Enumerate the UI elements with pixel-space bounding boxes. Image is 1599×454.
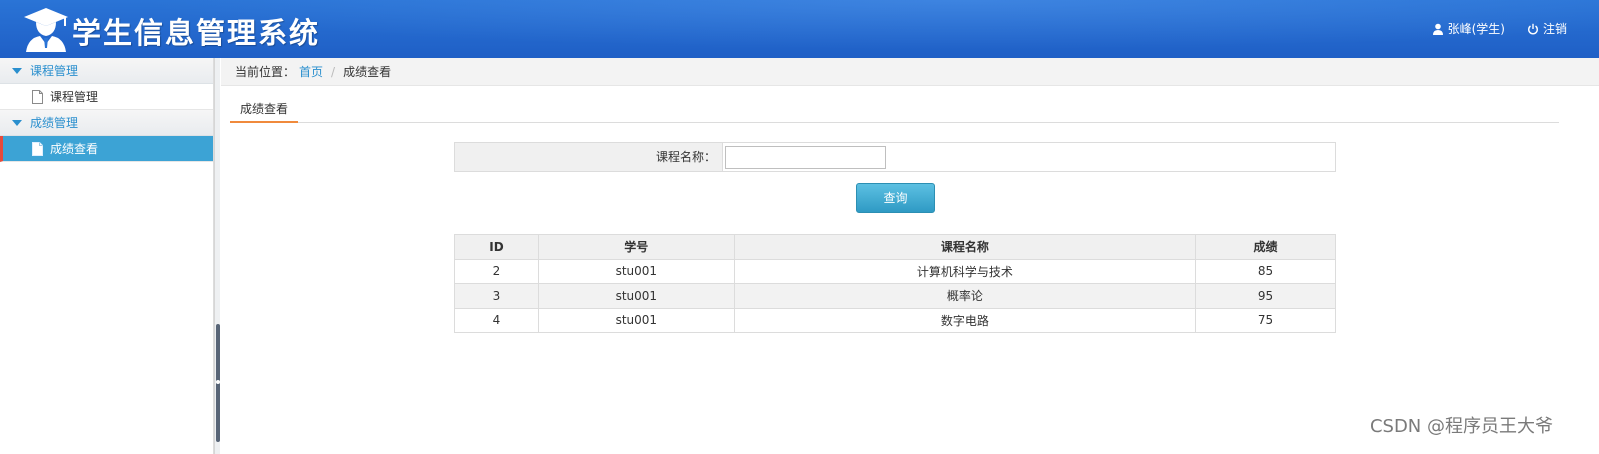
cell-score: 75 xyxy=(1195,307,1336,333)
breadcrumb-separator: / xyxy=(331,64,336,79)
cell-id: 2 xyxy=(454,258,539,284)
breadcrumb-home-link[interactable]: 首页 xyxy=(299,63,323,80)
splitter-handle[interactable] xyxy=(216,324,220,442)
app-title: 学生信息管理系统 xyxy=(72,16,321,50)
watermark: CSDN @程序员王大爷 xyxy=(1369,416,1553,437)
logout-label: 注销 xyxy=(1542,22,1567,36)
logout-link[interactable]: 注销 xyxy=(1527,20,1567,37)
cell-student-no: stu001 xyxy=(537,283,735,309)
column-header-score: 成绩 xyxy=(1195,234,1336,260)
cell-score: 95 xyxy=(1195,283,1336,309)
document-icon xyxy=(32,89,43,104)
sidebar-item-grade-view[interactable]: 成绩查看 xyxy=(0,136,213,162)
caret-down-icon xyxy=(12,119,22,126)
user-name: 张峰(学生) xyxy=(1447,22,1505,36)
sidebar-item-label: 课程管理 xyxy=(50,90,99,104)
query-button[interactable]: 查询 xyxy=(856,183,935,213)
document-icon xyxy=(32,141,43,156)
cell-id: 3 xyxy=(454,283,539,309)
menu-group-label: 成绩管理 xyxy=(30,116,79,130)
cell-id: 4 xyxy=(454,307,539,333)
tab-grade-view[interactable]: 成绩查看 xyxy=(230,94,299,123)
power-icon xyxy=(1528,23,1538,34)
sidebar-item-course-management[interactable]: 课程管理 xyxy=(0,84,213,110)
sidebar-item-label: 成绩查看 xyxy=(50,142,99,156)
menu-group-course[interactable]: 课程管理 xyxy=(0,58,213,84)
cell-course-name: 概率论 xyxy=(733,283,1197,309)
graduate-logo-icon xyxy=(24,8,68,52)
caret-down-icon xyxy=(12,67,22,74)
cell-student-no: stu001 xyxy=(537,307,735,333)
cell-student-no: stu001 xyxy=(537,258,735,284)
menu-group-label: 课程管理 xyxy=(30,64,79,78)
user-icon xyxy=(1432,23,1443,35)
cell-course-name: 数字电路 xyxy=(733,307,1197,333)
cell-course-name: 计算机科学与技术 xyxy=(733,258,1197,284)
menu-group-grades[interactable]: 成绩管理 xyxy=(0,110,213,136)
course-name-input[interactable] xyxy=(725,146,886,169)
breadcrumb: 当前位置： 首页 / 成绩查看 xyxy=(221,58,1599,86)
tab-bar: 成绩查看 xyxy=(230,94,1559,123)
user-profile-link[interactable]: 张峰(学生) xyxy=(1432,20,1505,37)
grades-table: ID 学号 课程名称 成绩 2 stu001 计算机科学与技术 85 3 stu… xyxy=(454,234,1336,333)
column-header-course-name: 课程名称 xyxy=(733,234,1197,260)
table-row[interactable]: 4 stu001 数字电路 75 xyxy=(454,307,1336,333)
table-row[interactable]: 3 stu001 概率论 95 xyxy=(454,283,1336,309)
breadcrumb-prefix: 当前位置： xyxy=(235,65,296,79)
breadcrumb-current: 成绩查看 xyxy=(343,65,392,79)
column-header-id: ID xyxy=(454,234,539,260)
search-form: 课程名称： xyxy=(454,142,1336,172)
splitter-grip-icon xyxy=(216,380,220,384)
column-header-student-no: 学号 xyxy=(537,234,735,260)
table-row[interactable]: 2 stu001 计算机科学与技术 85 xyxy=(454,258,1336,284)
main-content: 当前位置： 首页 / 成绩查看 成绩查看 课程名称： 查询 ID 学号 课程名称… xyxy=(221,58,1599,454)
app-header: 学生信息管理系统 张峰(学生) 注销 xyxy=(0,0,1599,58)
table-header-row: ID 学号 课程名称 成绩 xyxy=(454,234,1336,260)
sidebar-splitter[interactable] xyxy=(214,58,220,454)
search-label: 课程名称： xyxy=(455,143,723,171)
user-area: 张峰(学生) 注销 xyxy=(1432,20,1567,37)
cell-score: 85 xyxy=(1195,258,1336,284)
sidebar: 课程管理 课程管理 成绩管理 成绩查看 xyxy=(0,58,214,454)
